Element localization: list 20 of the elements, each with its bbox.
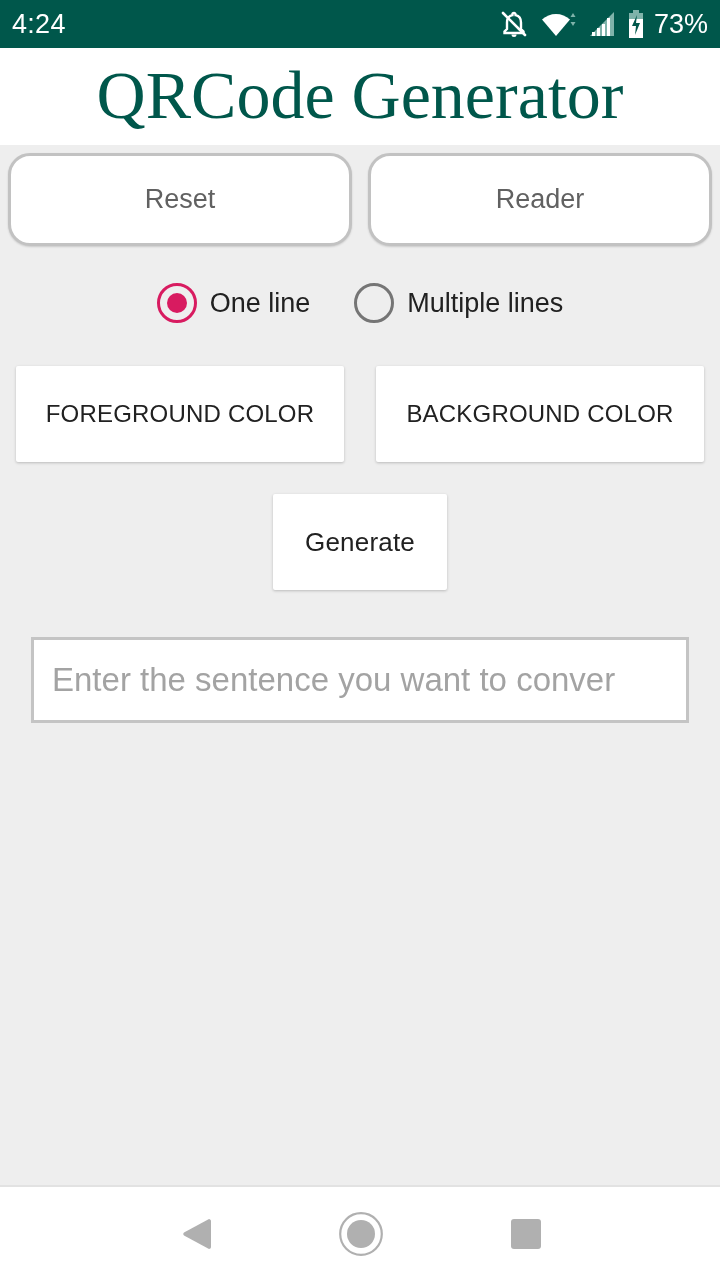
home-icon[interactable] [339,1211,383,1256]
status-time: 4:24 [12,8,67,40]
color-button[interactable]: FOREGROUND COLOR [16,366,344,462]
radio-option[interactable]: Multiple lines [354,283,564,323]
app-title: QRCode Generator [96,60,624,133]
notifications-off-icon [499,10,528,38]
color-button[interactable]: BACKGROUND COLOR [376,366,704,462]
battery-charging-icon [627,10,644,38]
radio-option[interactable]: One line [156,283,311,323]
wifi-icon [541,11,576,37]
action-button[interactable]: Reader [368,153,712,246]
generate-button[interactable]: Generate [273,494,447,590]
battery-percentage: 73% [653,8,708,40]
back-icon[interactable] [183,1216,211,1251]
radio-selected-icon[interactable] [156,283,197,323]
radio-unselected-icon[interactable] [354,283,395,323]
action-button[interactable]: Reset [8,153,352,246]
recents-icon[interactable] [511,1218,541,1249]
cell-signal-icon [589,12,614,36]
text-input-field[interactable]: Enter the sentence you want to conver [31,637,689,723]
